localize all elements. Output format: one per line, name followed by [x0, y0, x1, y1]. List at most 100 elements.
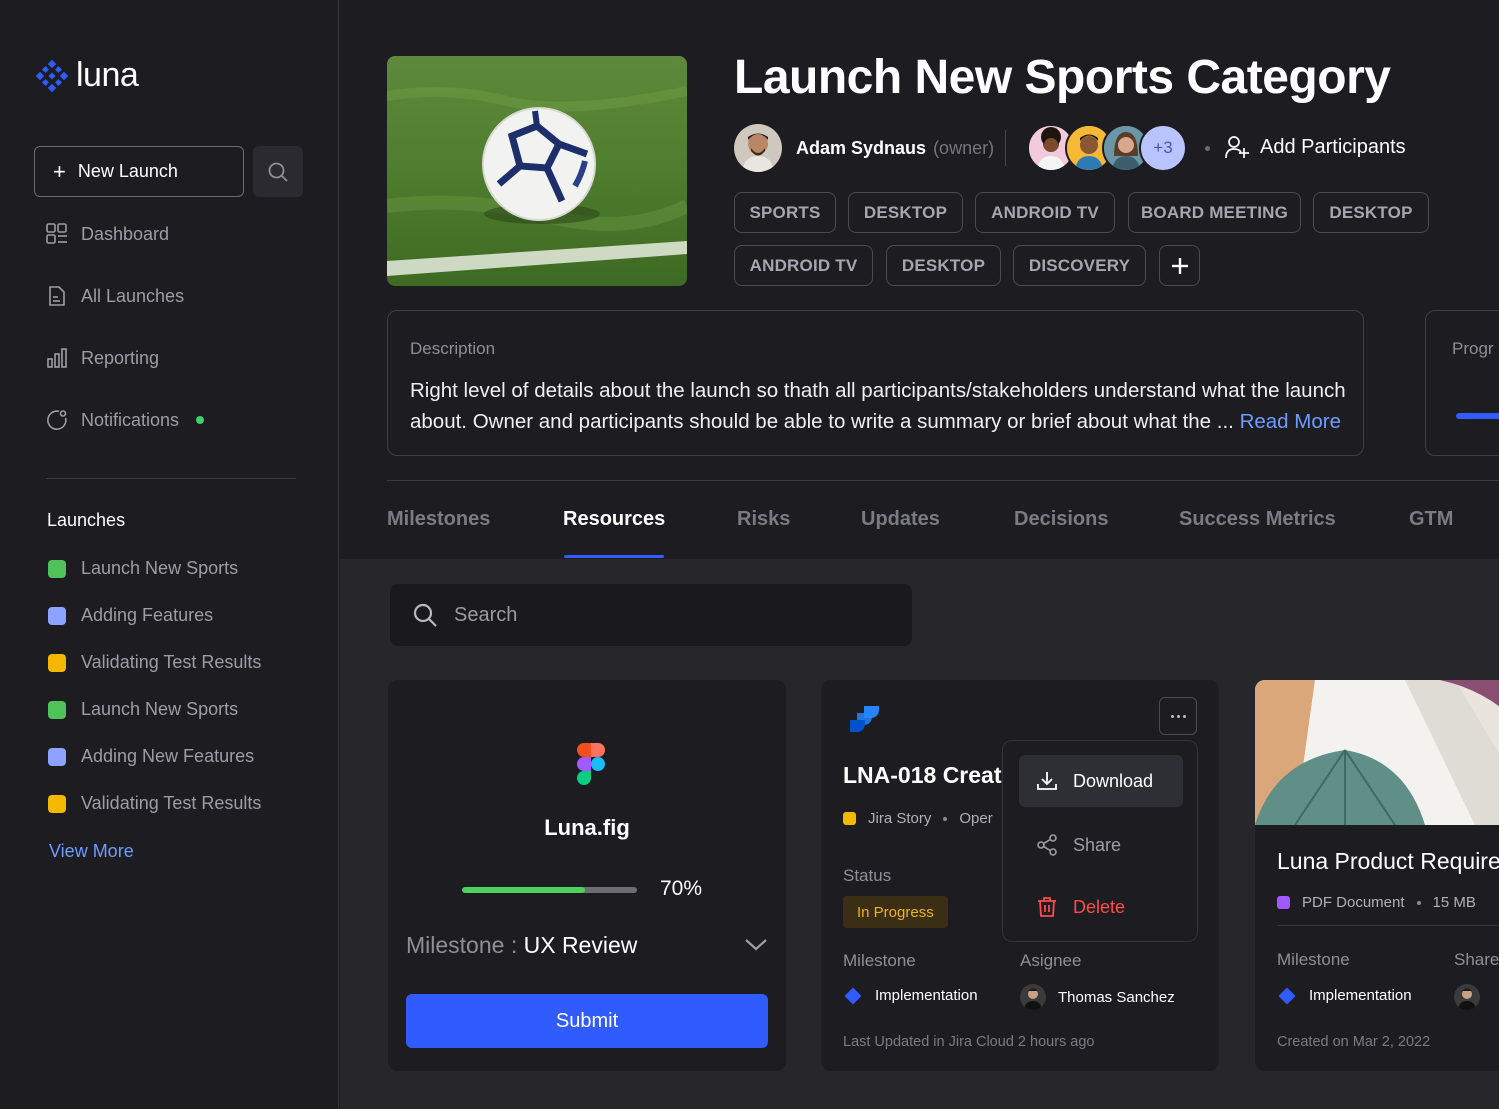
dot-icon — [1182, 714, 1186, 718]
grid-icon — [46, 223, 68, 245]
milestone-label: Milestone — [1277, 950, 1350, 969]
sidebar-search-button[interactable] — [253, 146, 303, 197]
tag-chip[interactable]: DISCOVERY — [1013, 245, 1146, 286]
document-thumbnail — [1255, 680, 1499, 825]
created-date-text: Created on Mar 2, 2022 — [1277, 1034, 1431, 1050]
resource-card-figma[interactable]: Luna.fig 70% Milestone : UX Review Submi… — [388, 680, 786, 1071]
launch-color-swatch — [48, 653, 66, 672]
launch-item[interactable]: Launch New Sports — [48, 558, 238, 579]
milestone-label: Milestone — [843, 951, 916, 970]
sidebar: luna + New Launch Dashboard All Launches… — [0, 0, 339, 1109]
app-name: luna — [76, 56, 139, 94]
add-tag-button[interactable] — [1159, 245, 1200, 286]
resource-type: PDF Document — [1302, 894, 1405, 911]
share-menu-item[interactable]: Share — [1019, 819, 1183, 871]
tab-updates[interactable]: Updates — [861, 508, 940, 531]
launch-item[interactable]: Validating Test Results — [48, 652, 261, 673]
resource-context-menu: Download Share Delete — [1002, 740, 1198, 942]
tag-chip[interactable]: DESKTOP — [886, 245, 1001, 286]
new-launch-label: New Launch — [77, 161, 178, 181]
chevron-down-icon[interactable] — [744, 938, 768, 952]
luna-logo-icon — [35, 59, 69, 92]
delete-label: Delete — [1073, 896, 1126, 917]
figma-icon — [577, 743, 605, 785]
tag-chip[interactable]: DESKTOP — [1313, 192, 1429, 233]
status-badge: In Progress — [843, 896, 948, 928]
tag-chip[interactable]: SPORTS — [734, 192, 836, 233]
search-icon — [413, 603, 437, 627]
assignee-avatar — [1020, 984, 1046, 1010]
submit-button[interactable]: Submit — [406, 994, 768, 1048]
tab-gtm[interactable]: GTM — [1409, 508, 1453, 531]
new-launch-button[interactable]: + New Launch — [34, 146, 244, 197]
dot-separator — [943, 816, 948, 821]
download-label: Download — [1073, 770, 1154, 791]
shared-avatar-row — [1454, 984, 1480, 1010]
file-name: Luna.fig — [544, 815, 630, 840]
tab-milestones[interactable]: Milestones — [387, 508, 490, 531]
read-more-link[interactable]: Read More — [1240, 410, 1341, 433]
sidebar-item-label: Dashboard — [81, 223, 170, 244]
launch-color-swatch — [48, 794, 66, 813]
milestone-value: Implementation — [875, 987, 978, 1004]
tab-success-metrics[interactable]: Success Metrics — [1179, 508, 1336, 531]
tab-decisions[interactable]: Decisions — [1014, 508, 1108, 531]
progress-label: Progr — [1452, 339, 1494, 358]
sidebar-item-all-launches[interactable]: All Launches — [46, 285, 184, 307]
owner-role: (owner) — [933, 138, 995, 158]
resource-type: Jira Story — [868, 810, 932, 827]
progress-bar — [1456, 413, 1499, 419]
document-icon — [46, 285, 68, 307]
delete-menu-item[interactable]: Delete — [1019, 881, 1183, 933]
resource-title: LNA-018 Creat — [843, 762, 1002, 788]
notification-dot — [196, 416, 205, 424]
milestone-selector[interactable]: Milestone : UX Review — [406, 932, 637, 959]
card-divider — [1277, 925, 1499, 926]
more-options-button[interactable] — [1159, 697, 1197, 735]
sidebar-item-notifications[interactable]: Notifications — [46, 409, 205, 431]
tag-chip[interactable]: BOARD MEETING — [1128, 192, 1301, 233]
tag-chip[interactable]: DESKTOP — [848, 192, 963, 233]
trash-icon — [1038, 897, 1056, 917]
tag-chip[interactable]: ANDROID TV — [734, 245, 873, 286]
app-logo[interactable]: luna — [34, 56, 139, 95]
dot-icon — [1176, 714, 1180, 718]
resource-meta: PDF Document 15 MB — [1277, 894, 1476, 911]
download-menu-item[interactable]: Download — [1019, 755, 1183, 807]
launch-item-label: Adding Features — [81, 605, 214, 625]
add-participants-button[interactable]: Add Participants — [1224, 134, 1406, 160]
type-swatch — [843, 812, 856, 825]
status-label: Status — [843, 866, 892, 885]
add-participants-label: Add Participants — [1260, 135, 1406, 158]
search-input[interactable]: Search — [454, 604, 517, 627]
launch-cover-image — [387, 56, 687, 286]
resource-card-document[interactable]: Luna Product Require PDF Document 15 MB … — [1255, 680, 1499, 1071]
description-card: Description Right level of details about… — [387, 310, 1364, 456]
tab-resources[interactable]: Resources — [563, 508, 665, 531]
launch-item[interactable]: Validating Test Results — [48, 793, 261, 814]
launch-item[interactable]: Adding Features — [48, 605, 213, 626]
tab-risks[interactable]: Risks — [737, 508, 790, 531]
launch-item[interactable]: Adding New Features — [48, 746, 254, 767]
shared-label: Share — [1454, 950, 1499, 969]
launch-item-label: Validating Test Results — [81, 652, 262, 672]
tag-chip[interactable]: ANDROID TV — [975, 192, 1115, 233]
page-title: Launch New Sports Category — [734, 51, 1391, 104]
share-icon — [1037, 834, 1057, 856]
launches-heading: Launches — [47, 510, 126, 530]
milestone-value: UX Review — [523, 932, 638, 958]
launch-color-swatch — [48, 747, 66, 766]
active-tab-indicator — [564, 555, 664, 558]
sidebar-divider — [46, 478, 296, 479]
milestone-diamond-icon — [1278, 987, 1296, 1004]
download-icon — [1037, 772, 1057, 790]
resources-search[interactable]: Search — [390, 584, 912, 646]
sidebar-item-reporting[interactable]: Reporting — [46, 347, 159, 369]
launch-item[interactable]: Launch New Sports — [48, 699, 238, 720]
owner-avatar[interactable] — [734, 124, 782, 172]
sidebar-item-dashboard[interactable]: Dashboard — [46, 223, 169, 245]
view-more-link[interactable]: View More — [49, 841, 134, 862]
milestone-label: Milestone : — [406, 932, 524, 958]
more-participants-badge[interactable]: +3 — [1139, 124, 1187, 172]
resource-size: 15 MB — [1432, 894, 1476, 911]
